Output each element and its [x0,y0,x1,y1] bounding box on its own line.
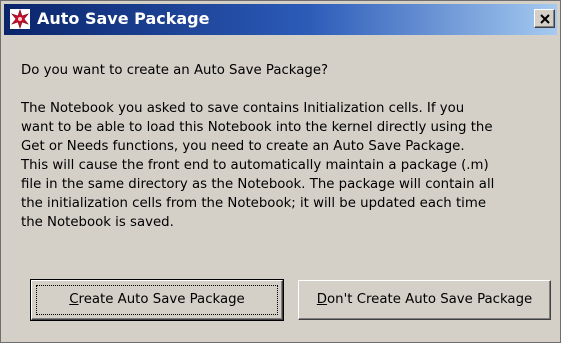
message-line: file in the same directory as the Notebo… [21,177,495,192]
message-line: want to be able to load this Notebook in… [21,120,493,135]
create-button-text: reate Auto Save Package [78,292,245,307]
message-line: Get or Needs functions, you need to crea… [21,139,465,154]
auto-save-dialog: Auto Save Package Do you want to create … [0,0,561,343]
message-line: the initialization cells from the Notebo… [21,196,487,211]
message-body: The Notebook you asked to save contains … [21,99,494,232]
create-button-label: Create Auto Save Package [32,291,282,309]
close-icon [540,14,550,24]
window-title: Auto Save Package [37,9,210,28]
create-auto-save-package-button[interactable]: Create Auto Save Package [30,279,284,321]
dont-create-button-text: on't Create Auto Save Package [327,292,533,307]
mathematica-star-icon [10,9,30,29]
dont-create-button-label: Don't Create Auto Save Package [299,291,550,309]
title-bar[interactable]: Auto Save Package [4,4,557,35]
message-line: This will cause the front end to automat… [21,158,489,173]
question-text: Do you want to create an Auto Save Packa… [21,63,329,78]
dont-create-auto-save-package-button[interactable]: Don't Create Auto Save Package [298,280,551,320]
message-line: The Notebook you asked to save contains … [21,101,465,116]
close-button[interactable] [534,9,555,28]
mnemonic-c: C [69,292,79,307]
message-line: the Notebook is saved. [21,215,174,230]
mnemonic-d: D [316,292,328,307]
